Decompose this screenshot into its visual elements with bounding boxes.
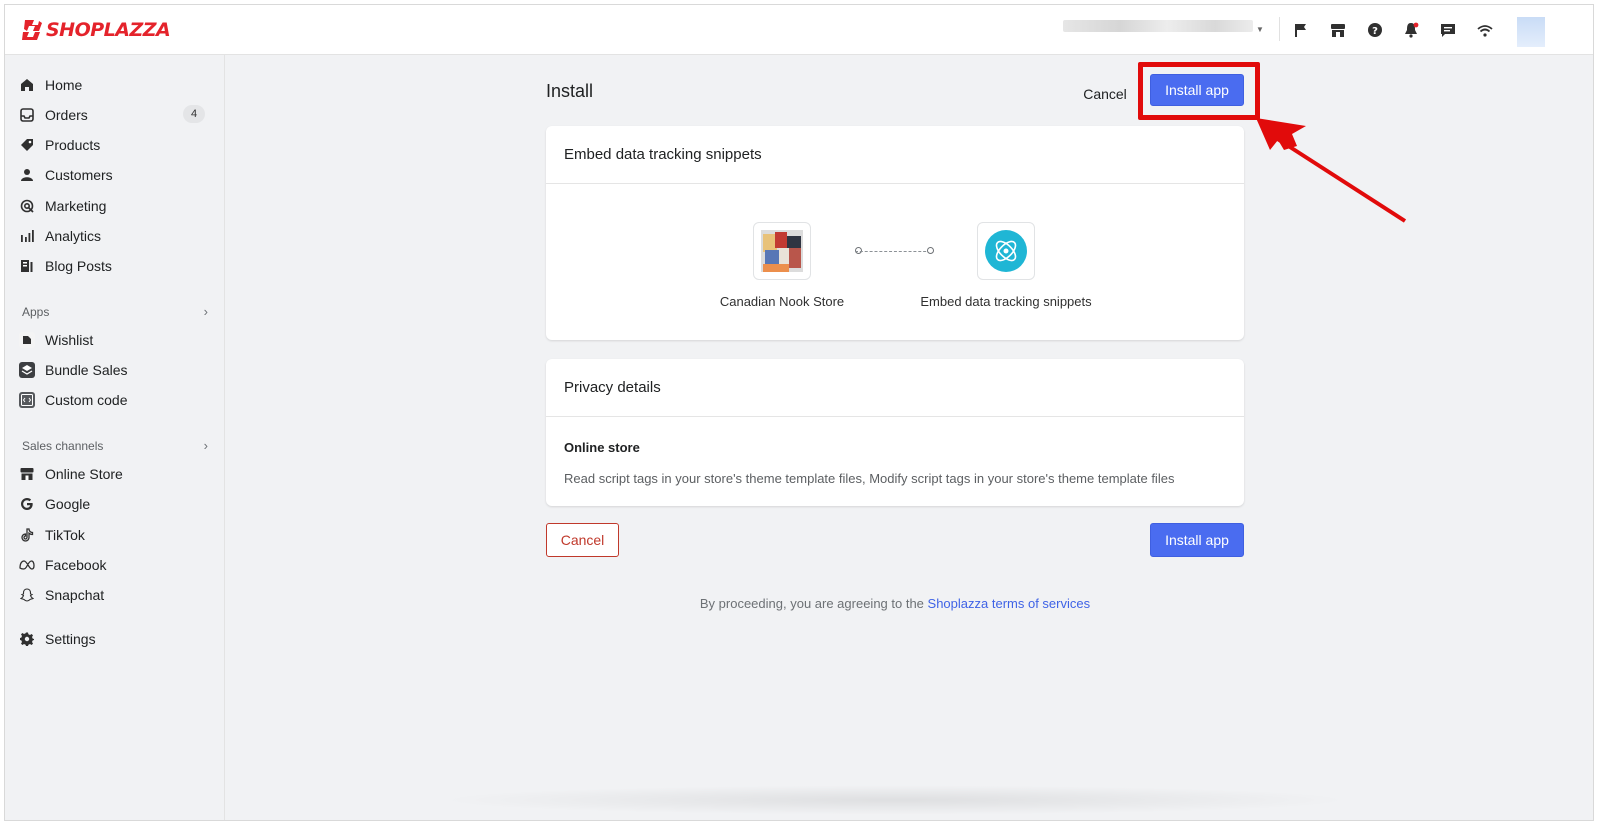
online-store-heading: Online store xyxy=(564,440,640,455)
sidebar-item-orders[interactable]: Orders 4 xyxy=(19,102,209,128)
bottom-shadow xyxy=(435,785,1355,815)
sidebar-item-google[interactable]: Google xyxy=(19,491,209,517)
message-icon[interactable] xyxy=(1439,21,1457,39)
sidebar-item-label: Customers xyxy=(45,167,113,183)
topbar-divider xyxy=(1279,17,1280,41)
sidebar-item-facebook[interactable]: Facebook xyxy=(19,552,209,578)
sidebar-item-label: Orders xyxy=(45,107,88,123)
chevron-right-icon[interactable]: › xyxy=(204,438,208,453)
annotation-arrow-icon xyxy=(1256,118,1407,223)
chevron-right-icon[interactable]: › xyxy=(204,304,208,319)
sidebar-item-label: Home xyxy=(45,77,83,93)
sidebar-item-label: Facebook xyxy=(45,557,107,573)
orders-count-badge: 4 xyxy=(183,105,205,123)
cancel-button-bottom[interactable]: Cancel xyxy=(546,523,619,557)
sidebar-item-online-store[interactable]: Online Store xyxy=(19,461,209,487)
sidebar-item-label: Products xyxy=(45,137,101,153)
store-avatar xyxy=(753,222,811,280)
cancel-button-top[interactable]: Cancel xyxy=(1075,80,1135,108)
home-icon xyxy=(19,77,35,93)
brand-name: SHOPLAZZA xyxy=(46,19,171,41)
embed-snippets-card: Embed data tracking snippets Canadian No… xyxy=(546,126,1244,340)
sidebar-item-label: Analytics xyxy=(45,228,102,244)
sidebar-item-customers[interactable]: Customers xyxy=(19,162,209,188)
store-logo-image xyxy=(761,230,803,272)
shoplazza-logo-icon xyxy=(22,20,42,40)
sidebar-item-snapchat[interactable]: Snapchat xyxy=(19,582,209,608)
tag-icon xyxy=(19,137,35,153)
app-name-label: Embed data tracking snippets xyxy=(920,294,1092,309)
sidebar-item-label: Online Store xyxy=(45,466,123,482)
terms-prefix-text: By proceeding, you are agreeing to the xyxy=(699,596,928,611)
sidebar-item-label: Bundle Sales xyxy=(45,362,128,378)
help-icon[interactable]: ? xyxy=(1366,21,1384,39)
google-icon xyxy=(19,496,35,512)
person-icon xyxy=(19,167,35,183)
top-bar: SHOPLAZZA ▼ ? xyxy=(5,5,1593,55)
sidebar-item-bundle-sales[interactable]: Bundle Sales xyxy=(19,357,209,383)
sidebar-item-tiktok[interactable]: TikTok xyxy=(19,522,209,548)
embed-card-title: Embed data tracking snippets xyxy=(546,126,1244,184)
notification-bell-icon[interactable] xyxy=(1402,21,1420,39)
store-name-label: Canadian Nook Store xyxy=(719,294,845,309)
sidebar-item-analytics[interactable]: Analytics xyxy=(19,223,209,249)
account-caret-icon[interactable]: ▼ xyxy=(1256,25,1264,34)
tiktok-icon xyxy=(19,527,35,543)
avatar[interactable] xyxy=(1517,17,1545,47)
apps-section-header[interactable]: Apps › xyxy=(22,304,208,319)
apps-section-label: Apps xyxy=(22,304,50,319)
sidebar-item-label: Marketing xyxy=(45,198,107,214)
sidebar-item-settings[interactable]: Settings xyxy=(19,626,209,652)
sidebar-item-label: TikTok xyxy=(45,527,85,543)
terms-of-service-link[interactable]: Shoplazza terms of services xyxy=(928,596,1091,611)
code-app-icon xyxy=(19,392,35,408)
wifi-icon[interactable] xyxy=(1476,21,1494,39)
bundle-app-icon xyxy=(19,362,35,378)
store-icon xyxy=(19,466,35,482)
store-icon[interactable] xyxy=(1329,21,1347,39)
account-switcher[interactable] xyxy=(1063,20,1253,32)
svg-text:?: ? xyxy=(1372,26,1378,37)
sidebar-item-label: Google xyxy=(45,496,91,512)
terms-notice: By proceeding, you are agreeing to the S… xyxy=(546,596,1244,611)
sidebar-item-label: Wishlist xyxy=(45,332,94,348)
sidebar-item-label: Snapchat xyxy=(45,587,105,603)
sidebar-item-label: Settings xyxy=(45,631,96,647)
privacy-card-title: Privacy details xyxy=(546,359,1244,417)
blog-icon xyxy=(19,258,35,274)
sidebar-item-label: Custom code xyxy=(45,392,128,408)
sidebar: Home Orders 4 Products Customers Marketi… xyxy=(5,55,225,820)
gear-icon xyxy=(19,631,35,647)
wishlist-app-icon xyxy=(19,332,35,348)
sidebar-item-home[interactable]: Home xyxy=(19,72,209,98)
flag-icon[interactable] xyxy=(1292,21,1310,39)
meta-icon xyxy=(19,557,35,573)
sidebar-item-custom-code[interactable]: Custom code xyxy=(19,387,209,413)
connector-dot-right xyxy=(927,247,934,254)
sidebar-item-products[interactable]: Products xyxy=(19,132,209,158)
privacy-permissions-text: Read script tags in your store's theme t… xyxy=(564,471,1175,486)
privacy-details-card: Privacy details Online store Read script… xyxy=(546,359,1244,506)
sales-channels-label: Sales channels xyxy=(22,438,104,453)
embed-app-icon xyxy=(985,230,1027,272)
sidebar-item-wishlist[interactable]: Wishlist xyxy=(19,327,209,353)
sales-channels-section-header[interactable]: Sales channels › xyxy=(22,438,208,453)
snapchat-icon xyxy=(19,587,35,603)
sidebar-item-blog-posts[interactable]: Blog Posts xyxy=(19,253,209,279)
page-title: Install xyxy=(546,81,594,101)
inbox-icon xyxy=(19,107,35,123)
sidebar-item-label: Blog Posts xyxy=(45,258,112,274)
bar-chart-icon xyxy=(19,228,35,244)
sidebar-item-marketing[interactable]: Marketing xyxy=(19,193,209,219)
target-icon xyxy=(19,198,35,214)
connector-line xyxy=(855,251,931,252)
install-app-button-bottom[interactable]: Install app xyxy=(1150,523,1244,557)
shoplazza-logo[interactable]: SHOPLAZZA xyxy=(21,18,171,42)
app-avatar xyxy=(977,222,1035,280)
